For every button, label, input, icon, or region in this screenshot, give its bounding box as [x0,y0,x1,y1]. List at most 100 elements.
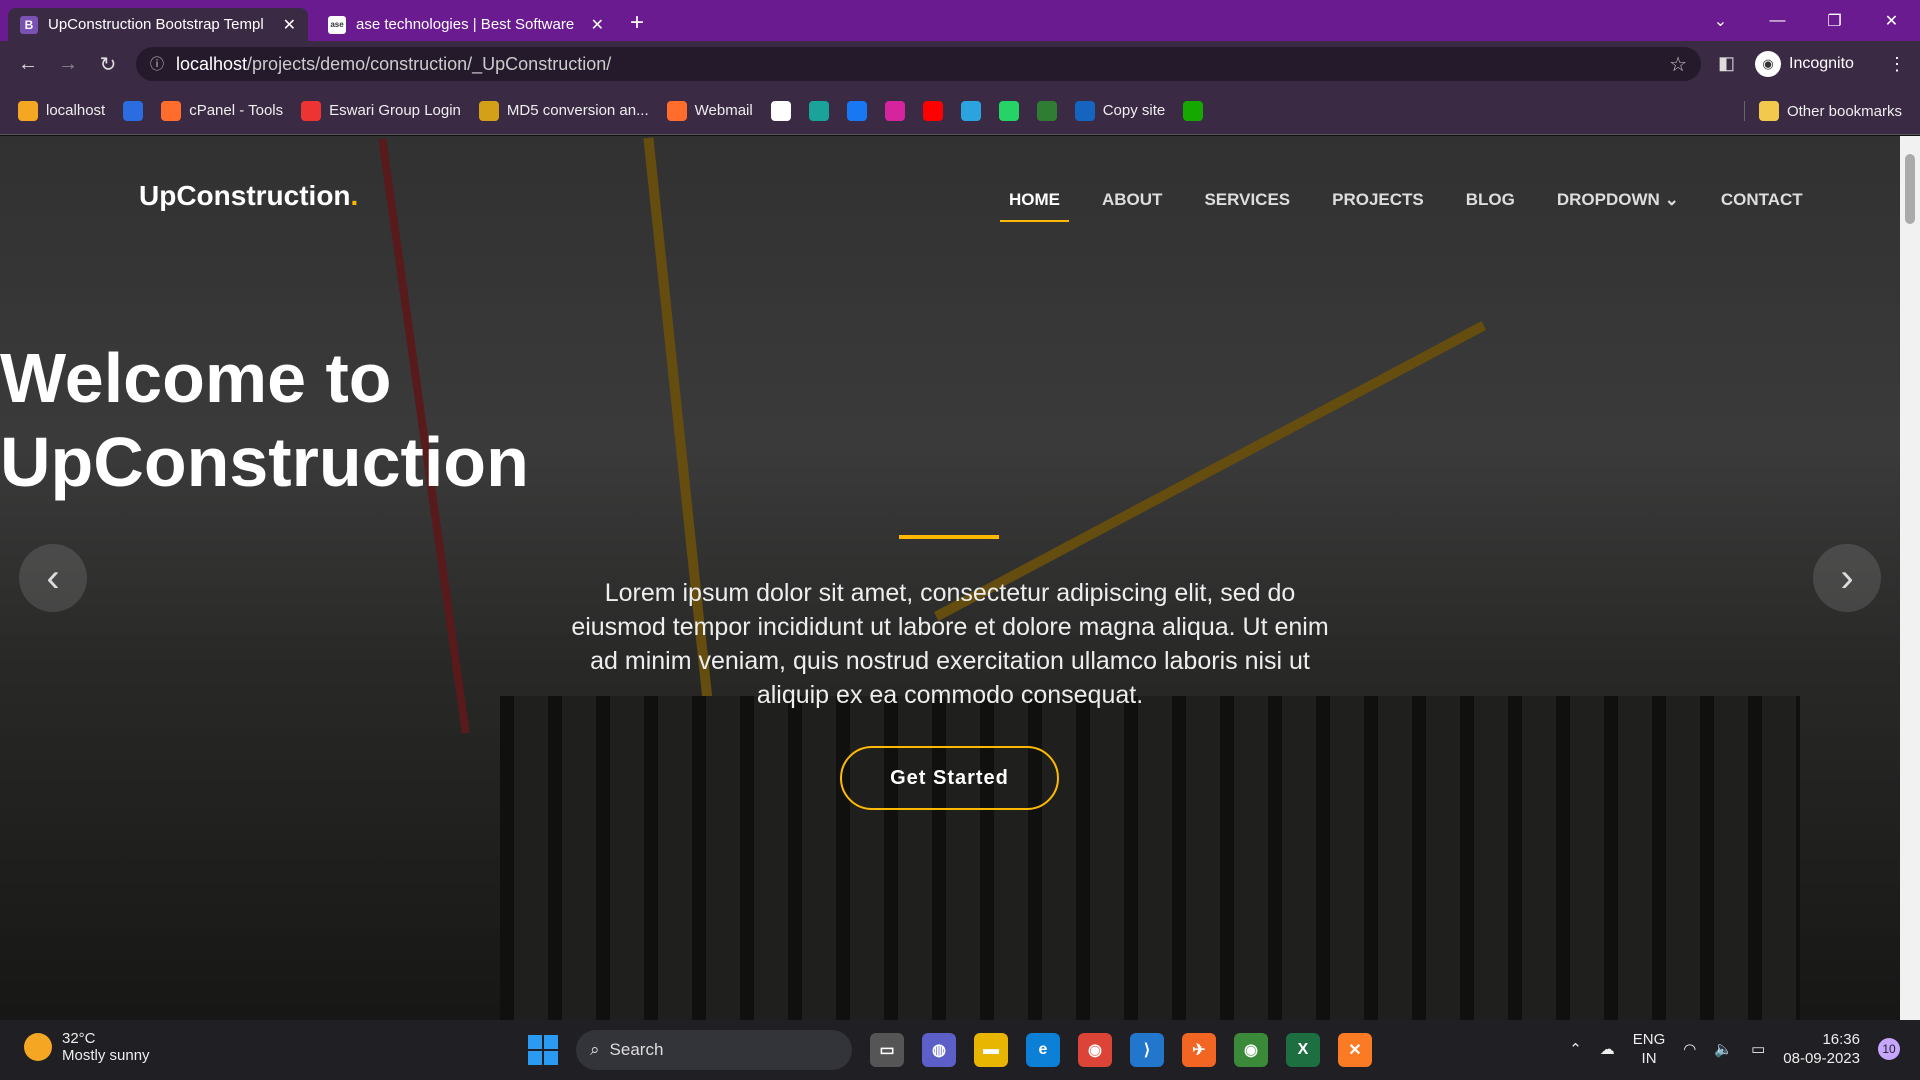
bookmark-label: Webmail [694,102,753,119]
close-tab-icon[interactable]: ✕ [283,15,296,35]
bookmark-favicon-icon [998,100,1019,121]
bookmark-item[interactable]: MD5 conversion an... [478,100,649,121]
chrome-incognito-icon[interactable]: ◉ [1234,1033,1268,1067]
onedrive-icon[interactable]: ☁ [1600,1040,1615,1058]
bookmark-favicon-icon [666,100,687,121]
hero-title-line1: Welcome to [0,339,392,417]
bookmark-item[interactable] [1036,100,1057,121]
other-bookmarks-label: Other bookmarks [1786,102,1902,120]
windows-start-icon[interactable] [528,1035,558,1065]
chrome-icon[interactable]: ◉ [1078,1033,1112,1067]
menu-kebab-icon[interactable]: ⋮ [1888,54,1906,75]
clock[interactable]: 16:36 08-09-2023 [1783,1030,1860,1068]
bookmark-favicon-icon [1074,100,1095,121]
nav-about[interactable]: ABOUT [1081,190,1183,210]
task-view-icon[interactable]: ▭ [870,1033,904,1067]
notification-badge[interactable]: 10 [1878,1038,1900,1060]
bookmark-item[interactable]: cPanel - Tools [161,100,283,121]
bookmark-item[interactable] [1183,100,1204,121]
incognito-icon: ◉ [1755,51,1781,77]
site-info-icon[interactable]: ⓘ [150,54,164,74]
carousel-prev-icon[interactable]: ‹ [19,544,87,612]
tab-ase-technologies[interactable]: ase ase technologies | Best Software ✕ [316,8,616,41]
bookmark-favicon-icon [1036,100,1057,121]
lang-primary: ENG [1632,1031,1666,1048]
restore-icon[interactable]: ❐ [1806,0,1863,41]
bookmark-item[interactable]: Webmail [666,100,753,121]
bookmark-item[interactable] [808,100,829,121]
nav-services[interactable]: SERVICES [1183,190,1311,210]
system-tray: ⌃ ☁ ENG IN ◠ 🔈 ▭ 16:36 08-09-2023 10 [1569,1030,1900,1068]
file-explorer-icon[interactable]: ▬ [974,1033,1008,1067]
sun-icon [24,1033,52,1061]
window-controls: ⌄ — ❐ ✕ [1692,0,1920,41]
bookmark-favicon-icon [123,100,144,121]
language-indicator[interactable]: ENG IN [1633,1030,1666,1068]
battery-icon[interactable]: ▭ [1751,1040,1765,1058]
bookmark-item[interactable] [884,100,905,121]
nav-contact[interactable]: CONTACT [1700,190,1824,210]
bookmark-item[interactable] [770,100,791,121]
other-bookmarks[interactable]: Other bookmarks [1743,101,1902,121]
bookmark-favicon-icon [960,100,981,121]
postman-icon[interactable]: ✈ [1182,1033,1216,1067]
bookmark-item[interactable]: localhost [18,100,106,121]
logo-text: UpConstruction [139,180,351,211]
bookmark-favicon-icon [161,100,182,121]
bookmark-favicon-icon [478,100,499,121]
carousel-next-icon[interactable]: › [1813,544,1881,612]
folder-icon [1758,101,1779,121]
bookmark-label: Copy site [1102,102,1166,119]
main-nav: HOME ABOUT SERVICES PROJECTS BLOG DROPDO… [988,190,1824,222]
search-label: Search [609,1040,664,1059]
tab-search-icon[interactable]: ⌄ [1692,0,1749,41]
page-scrollbar[interactable] [1900,136,1920,1020]
bookmark-item[interactable] [998,100,1019,121]
scrollbar-thumb[interactable] [1905,154,1915,224]
volume-icon[interactable]: 🔈 [1714,1040,1733,1058]
logo-dot: . [350,180,359,211]
nav-dropdown[interactable]: DROPDOWN ⌄ [1536,190,1700,210]
bookmark-label: localhost [46,102,106,119]
title-underline [899,535,999,539]
chevron-up-icon[interactable]: ⌃ [1569,1040,1582,1058]
bookmark-item[interactable]: Eswari Group Login [301,100,461,121]
vscode-icon[interactable]: ⟩ [1130,1033,1164,1067]
bookmark-item[interactable] [922,100,943,121]
close-window-icon[interactable]: ✕ [1863,0,1920,41]
forward-icon[interactable]: → [48,53,88,76]
bookmark-item[interactable] [960,100,981,121]
profile-button[interactable]: ◉ Incognito ⋮ [1755,47,1906,81]
bookmark-item[interactable]: Copy site [1074,100,1166,121]
reload-icon[interactable]: ↻ [88,52,128,77]
get-started-button[interactable]: Get Started [840,746,1059,810]
tab-strip: B UpConstruction Bootstrap Templ ✕ ase a… [0,0,1920,41]
edge-icon[interactable]: e [1026,1033,1060,1067]
site-logo[interactable]: UpConstruction. [139,180,358,212]
bookmark-label: Eswari Group Login [329,102,461,119]
nav-projects[interactable]: PROJECTS [1311,190,1445,210]
url-host: localhost [176,53,248,74]
close-tab-icon[interactable]: ✕ [591,15,604,35]
bookmark-favicon-icon [1183,100,1204,121]
bookmark-item[interactable] [123,100,144,121]
tab-upconstruction[interactable]: B UpConstruction Bootstrap Templ ✕ [8,8,308,41]
wifi-icon[interactable]: ◠ [1683,1040,1696,1058]
nav-home[interactable]: HOME [988,190,1081,222]
bookmark-item[interactable] [846,100,867,121]
address-bar[interactable]: ⓘ localhost/projects/demo/construction/_… [136,47,1701,81]
temperature: 32°C [62,1030,96,1047]
new-tab-button[interactable]: + [630,9,644,37]
teams-chat-icon[interactable]: ◍ [922,1033,956,1067]
bookmark-star-icon[interactable]: ☆ [1669,52,1687,77]
xampp-icon[interactable]: ✕ [1338,1033,1372,1067]
excel-icon[interactable]: X [1286,1033,1320,1067]
weather-widget[interactable]: 32°C Mostly sunny [24,1030,150,1064]
taskbar-search[interactable]: ⌕ Search [576,1030,852,1070]
side-panel-icon[interactable]: ◧ [1718,53,1735,74]
back-icon[interactable]: ← [8,53,48,76]
taskbar: 32°C Mostly sunny ⌕ Search ▭ ◍ ▬ e ◉ ⟩ ✈… [0,1020,1920,1080]
weather-condition: Mostly sunny [62,1047,150,1064]
nav-blog[interactable]: BLOG [1445,190,1536,210]
minimize-icon[interactable]: — [1749,0,1806,41]
